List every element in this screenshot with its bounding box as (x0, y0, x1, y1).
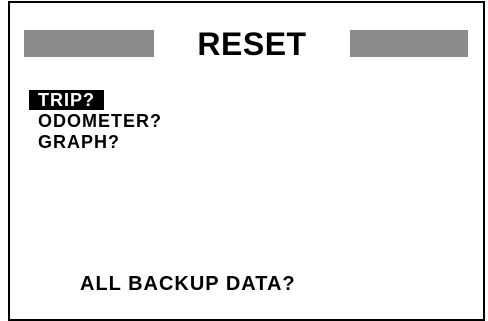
menu-item-odometer[interactable]: ODOMETER? (29, 111, 171, 131)
title-bar-right (350, 30, 468, 57)
title-bar-left (24, 30, 154, 57)
screen-title: RESET (197, 26, 307, 62)
menu-item-all-backup-data[interactable]: ALL BACKUP DATA? (80, 272, 296, 296)
menu-item-trip[interactable]: TRIP? (29, 90, 104, 110)
reset-menu: TRIP? ODOMETER? GRAPH? (29, 90, 171, 153)
menu-item-graph[interactable]: GRAPH? (29, 132, 129, 152)
